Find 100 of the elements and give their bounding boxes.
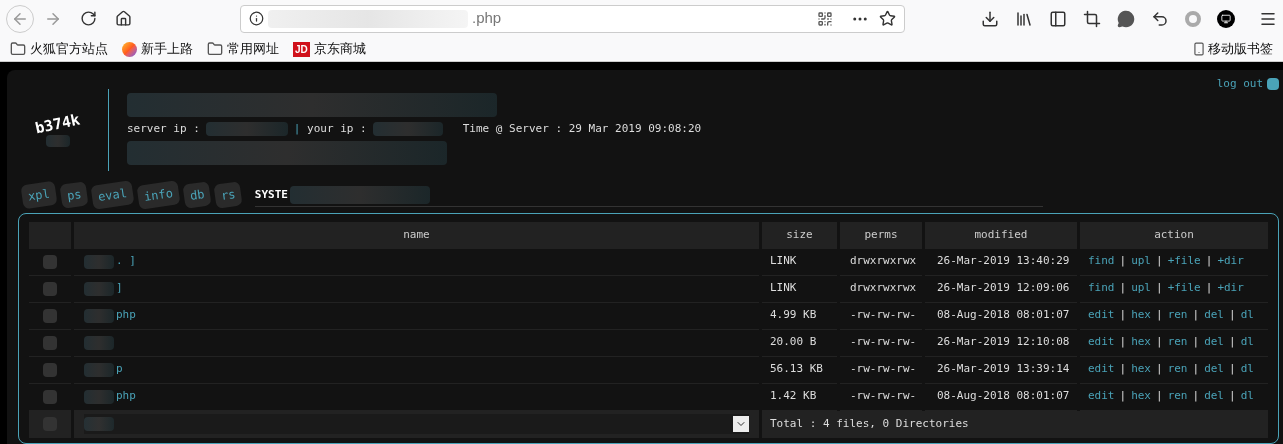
action-link[interactable]: upl bbox=[1131, 280, 1151, 297]
action-link[interactable]: ren bbox=[1167, 361, 1188, 378]
column-header[interactable]: perms bbox=[840, 221, 922, 249]
action-link[interactable]: hex bbox=[1131, 361, 1151, 378]
action-link[interactable]: +file bbox=[1167, 280, 1201, 297]
tab[interactable]: xpl bbox=[20, 180, 58, 209]
action-link[interactable]: dl bbox=[1240, 388, 1254, 405]
tab[interactable]: eval bbox=[90, 179, 135, 210]
checkbox[interactable] bbox=[43, 281, 57, 296]
action-link[interactable]: edit bbox=[1088, 307, 1115, 324]
table-cell: LINK bbox=[762, 248, 837, 276]
action-link[interactable]: ren bbox=[1167, 334, 1188, 351]
bookmark-link[interactable]: 移动版书签 bbox=[1208, 39, 1273, 59]
checkbox[interactable] bbox=[43, 335, 57, 350]
action-link[interactable]: ren bbox=[1167, 388, 1188, 405]
action-link[interactable]: del bbox=[1204, 361, 1224, 378]
file-name-link[interactable]: . ] bbox=[116, 253, 136, 270]
file-name-link[interactable]: ] bbox=[116, 280, 123, 297]
action-link[interactable]: hex bbox=[1131, 334, 1151, 351]
column-header[interactable]: size bbox=[762, 221, 837, 249]
separator: | bbox=[1229, 334, 1236, 351]
table-cell: 08-Aug-2018 08:01:07 bbox=[925, 302, 1077, 330]
reload-button[interactable] bbox=[80, 10, 97, 27]
checkbox[interactable] bbox=[43, 254, 57, 269]
bookmark-link[interactable]: 新手上路 bbox=[141, 39, 193, 59]
action-link[interactable]: dl bbox=[1240, 361, 1254, 378]
file-name-link[interactable]: php bbox=[116, 388, 136, 405]
action-link[interactable]: +dir bbox=[1217, 253, 1244, 270]
tab[interactable]: db bbox=[182, 180, 212, 209]
redaction-blur bbox=[84, 417, 114, 431]
table-cell: 26-Mar-2019 12:09:06 bbox=[925, 275, 1077, 303]
action-link[interactable]: dl bbox=[1240, 334, 1254, 351]
action-link[interactable]: hex bbox=[1131, 307, 1151, 324]
undo-icon[interactable] bbox=[1151, 9, 1169, 28]
globe-icon bbox=[122, 41, 137, 57]
separator: | bbox=[1156, 280, 1163, 297]
table-cell: 56.13 KB bbox=[762, 356, 837, 384]
address-bar[interactable]: .php bbox=[240, 4, 905, 33]
action-link[interactable]: edit bbox=[1088, 334, 1115, 351]
phone-icon bbox=[1192, 42, 1206, 56]
table-cell: 1.42 KB bbox=[762, 383, 837, 411]
redaction-blur bbox=[84, 389, 114, 404]
table-cell: 26-Mar-2019 13:40:29 bbox=[925, 248, 1077, 276]
separator: | bbox=[1156, 388, 1163, 405]
library-icon[interactable] bbox=[1015, 9, 1033, 28]
action-link[interactable]: find bbox=[1088, 280, 1115, 297]
monitor-icon[interactable] bbox=[1217, 9, 1235, 28]
table-cell: 26-Mar-2019 13:39:14 bbox=[925, 356, 1077, 384]
table-cell: 4.99 KB bbox=[762, 302, 837, 330]
logout-link[interactable]: log out bbox=[1216, 76, 1263, 93]
logout-icon[interactable] bbox=[1267, 78, 1279, 91]
separator: | bbox=[1192, 388, 1200, 405]
action-link[interactable]: del bbox=[1204, 307, 1224, 324]
bookmark-link[interactable]: 常用网址 bbox=[227, 39, 279, 59]
separator: | bbox=[1156, 334, 1163, 351]
chat-icon[interactable] bbox=[1117, 9, 1135, 28]
separator: | bbox=[1119, 361, 1127, 378]
sidebar-icon[interactable] bbox=[1049, 9, 1067, 28]
file-name-link[interactable]: php bbox=[116, 307, 136, 324]
star-icon[interactable] bbox=[879, 10, 896, 27]
tab[interactable]: info bbox=[136, 179, 181, 210]
table-cell: -rw-rw-rw- bbox=[840, 329, 922, 357]
action-link[interactable]: +dir bbox=[1217, 280, 1244, 297]
qr-code-icon[interactable] bbox=[817, 10, 833, 27]
download-icon[interactable] bbox=[981, 9, 999, 28]
crop-icon[interactable] bbox=[1083, 9, 1101, 28]
action-link[interactable]: del bbox=[1204, 388, 1224, 405]
checkbox[interactable] bbox=[43, 389, 57, 404]
tab[interactable]: SYSTE bbox=[254, 187, 288, 204]
info-icon[interactable] bbox=[249, 11, 264, 26]
table-cell: -rw-rw-rw- bbox=[840, 356, 922, 384]
checkbox[interactable] bbox=[43, 308, 57, 323]
folder-icon bbox=[10, 41, 26, 57]
action-link[interactable]: find bbox=[1088, 253, 1115, 270]
bookmark-link[interactable]: 火狐官方站点 bbox=[30, 39, 108, 59]
action-link[interactable]: del bbox=[1204, 334, 1224, 351]
redaction-blur bbox=[84, 281, 114, 296]
table-cell: -rw-rw-rw- bbox=[840, 302, 922, 330]
checkbox[interactable] bbox=[43, 362, 57, 377]
tab[interactable]: rs bbox=[213, 180, 244, 209]
action-link[interactable]: upl bbox=[1131, 253, 1151, 270]
action-link[interactable]: dl bbox=[1240, 307, 1254, 324]
action-link[interactable]: edit bbox=[1088, 388, 1115, 405]
tab[interactable]: ps bbox=[59, 180, 89, 209]
file-name-link[interactable]: p bbox=[116, 361, 123, 378]
table-cell: 08-Aug-2018 08:01:07 bbox=[925, 383, 1077, 411]
action-link[interactable]: ren bbox=[1167, 307, 1188, 324]
table-cell: 26-Mar-2019 12:10:08 bbox=[925, 329, 1077, 357]
bookmark-link[interactable]: 京东商城 bbox=[313, 39, 366, 59]
column-header[interactable]: name bbox=[74, 221, 759, 249]
action-link[interactable]: hex bbox=[1131, 388, 1151, 405]
server-time: Time @ Server : 29 Mar 2019 09:08:20 bbox=[462, 120, 702, 137]
separator: | bbox=[1229, 307, 1236, 324]
column-header[interactable]: modified bbox=[925, 221, 1077, 249]
column-header[interactable]: action bbox=[1080, 221, 1268, 249]
action-link[interactable]: edit bbox=[1088, 361, 1115, 378]
home-button[interactable] bbox=[115, 10, 132, 27]
redaction-blur bbox=[84, 254, 114, 269]
action-link[interactable]: +file bbox=[1167, 253, 1201, 270]
separator: | bbox=[1156, 253, 1163, 270]
